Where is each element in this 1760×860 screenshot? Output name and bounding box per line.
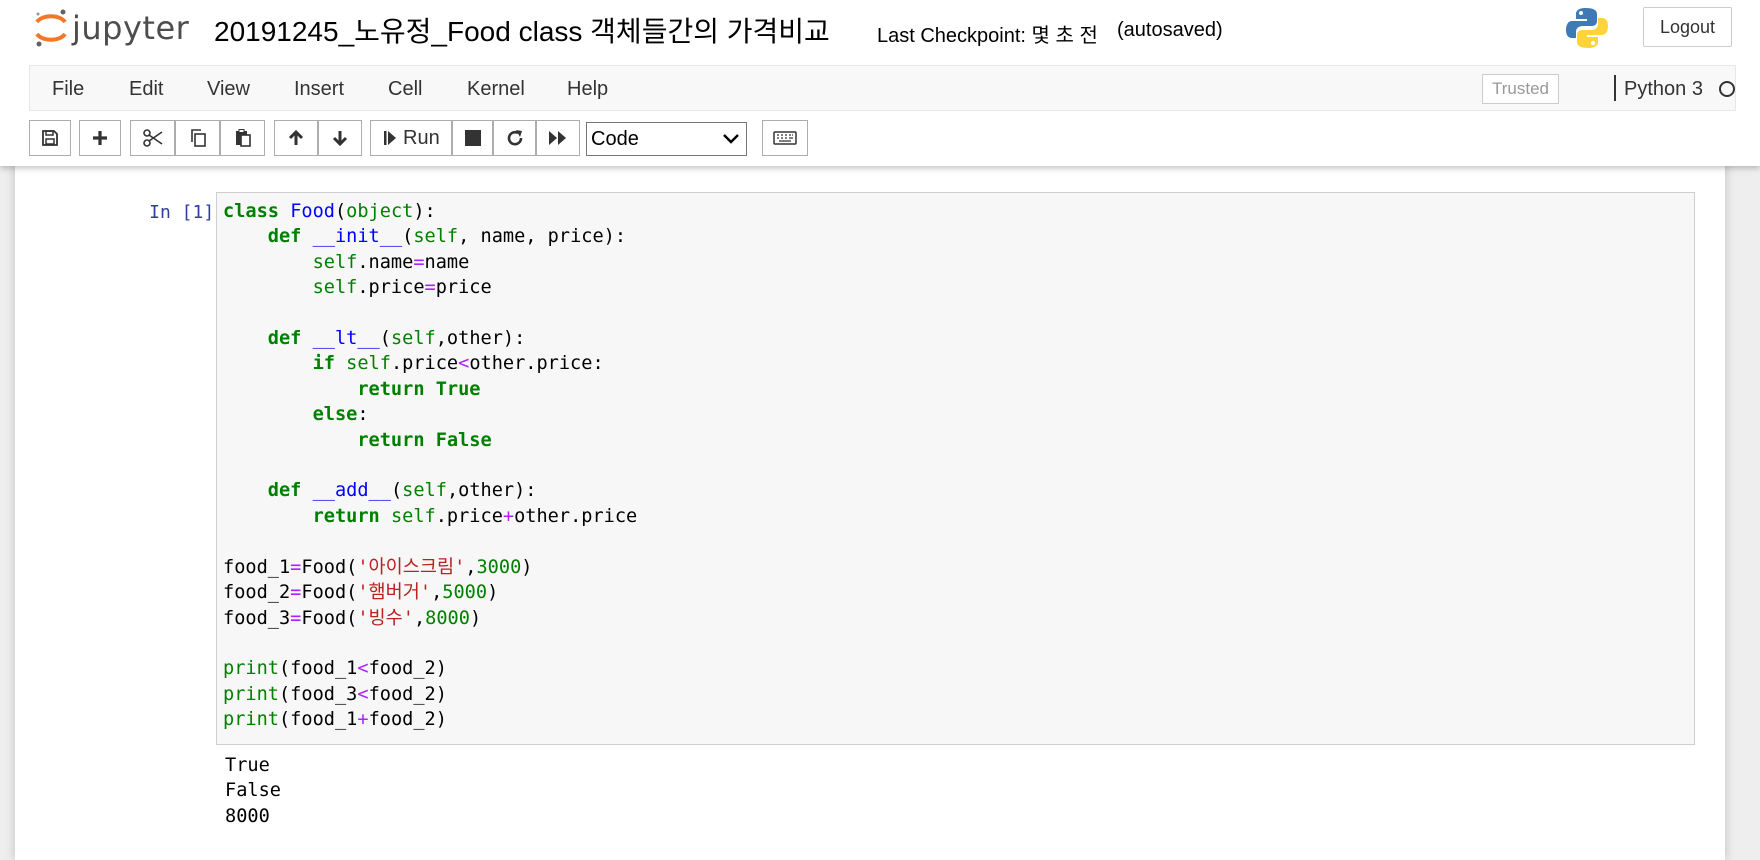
paste-icon xyxy=(235,129,251,147)
menu-cell[interactable]: Cell xyxy=(388,78,422,101)
cell-type-select[interactable]: Code xyxy=(586,122,747,156)
jupyter-logo-icon xyxy=(35,9,67,47)
chevron-down-icon xyxy=(723,134,739,144)
menu-file[interactable]: File xyxy=(52,78,84,101)
output-line: 8000 xyxy=(225,805,270,827)
code-line: self.name=name xyxy=(312,251,470,273)
add-cell-icon xyxy=(93,131,107,145)
kernel-name[interactable]: Python 3 xyxy=(1624,78,1703,101)
move-down-button[interactable] xyxy=(318,120,362,156)
move-down-icon xyxy=(332,131,348,147)
run-step-icon xyxy=(384,131,396,145)
cut-icon xyxy=(142,129,162,147)
menu-edit[interactable]: Edit xyxy=(129,78,163,101)
code-line: if self.price<other.price: xyxy=(312,353,604,375)
toolbar: Run Code xyxy=(0,118,1760,158)
jupyter-logo[interactable]: jupyter xyxy=(34,6,189,50)
kernel-idle-icon xyxy=(1719,81,1735,97)
cut-button[interactable] xyxy=(130,120,175,156)
menu-bar: File Edit View Insert Cell Kernel Help T… xyxy=(29,65,1736,111)
restart-icon xyxy=(507,130,522,146)
code-line: def __init__(self, name, price): xyxy=(267,226,627,248)
code-line: print(food_3<food_2) xyxy=(223,683,447,705)
code-line: food_3=Food('빙수',8000) xyxy=(223,607,482,629)
checkpoint-status: Last Checkpoint: 몇 초 전 xyxy=(877,25,1098,47)
cell-output: True False 8000 xyxy=(225,753,281,829)
output-line: False xyxy=(225,780,281,802)
code-line: return True xyxy=(357,378,481,400)
logout-button[interactable]: Logout xyxy=(1643,7,1732,47)
paste-button[interactable] xyxy=(220,120,265,156)
move-up-button[interactable] xyxy=(274,120,318,156)
code-line: print(food_1+food_2) xyxy=(223,709,447,731)
code-line: def __add__(self,other): xyxy=(267,480,537,502)
notebook-title[interactable]: 20191245_노유정_Food class 객체들간의 가격비교 xyxy=(214,10,830,50)
code-line: def __lt__(self,other): xyxy=(267,328,526,350)
logo-text: jupyter xyxy=(72,9,190,47)
output-line: True xyxy=(225,755,270,776)
code-line: print(food_1<food_2) xyxy=(223,658,447,680)
code-line: return False xyxy=(357,429,492,451)
code-line: food_1=Food('아이스크림',3000) xyxy=(223,556,533,578)
python-logo-icon xyxy=(1566,8,1608,48)
command-palette-button[interactable] xyxy=(762,120,808,156)
restart-button[interactable] xyxy=(493,120,536,156)
code-line: class Food(object): xyxy=(223,201,436,222)
add-cell-button[interactable] xyxy=(79,120,121,156)
code-editor[interactable]: class Food(object): def __init__(self, n… xyxy=(223,199,637,733)
kernel-separator xyxy=(1614,75,1616,101)
keyboard-icon xyxy=(773,131,797,145)
run-label: Run xyxy=(403,126,440,149)
code-line: self.price=price xyxy=(312,277,492,299)
copy-button[interactable] xyxy=(175,120,220,156)
stop-icon xyxy=(464,130,481,146)
autosave-status: (autosaved) xyxy=(1117,19,1223,41)
top-bar: jupyter 20191245_노유정_Food class 객체들간의 가격… xyxy=(0,0,1760,62)
menu-help[interactable]: Help xyxy=(567,78,608,101)
restart-run-all-button[interactable] xyxy=(536,120,580,156)
input-prompt: In [1]: xyxy=(149,202,225,223)
code-line: else: xyxy=(312,404,369,426)
copy-icon xyxy=(190,129,206,147)
move-up-icon xyxy=(288,129,304,145)
save-icon xyxy=(42,130,58,146)
code-line: return self.price+other.price xyxy=(312,505,638,527)
notebook-container: In [1]: class Food(object): def __init__… xyxy=(15,160,1725,860)
save-button[interactable] xyxy=(29,120,71,156)
notebook-header: jupyter 20191245_노유정_Food class 객체들간의 가격… xyxy=(0,0,1760,166)
cell-type-value: Code xyxy=(591,127,639,150)
fast-forward-icon xyxy=(549,131,566,145)
run-button[interactable]: Run xyxy=(370,120,452,156)
code-cell-input[interactable]: class Food(object): def __init__(self, n… xyxy=(216,192,1695,745)
stop-button[interactable] xyxy=(452,120,493,156)
menu-kernel[interactable]: Kernel xyxy=(467,78,525,101)
code-line: food_2=Food('햄버거',5000) xyxy=(223,582,499,604)
trusted-badge[interactable]: Trusted xyxy=(1482,74,1559,104)
menu-insert[interactable]: Insert xyxy=(294,78,344,101)
menu-view[interactable]: View xyxy=(207,78,250,101)
